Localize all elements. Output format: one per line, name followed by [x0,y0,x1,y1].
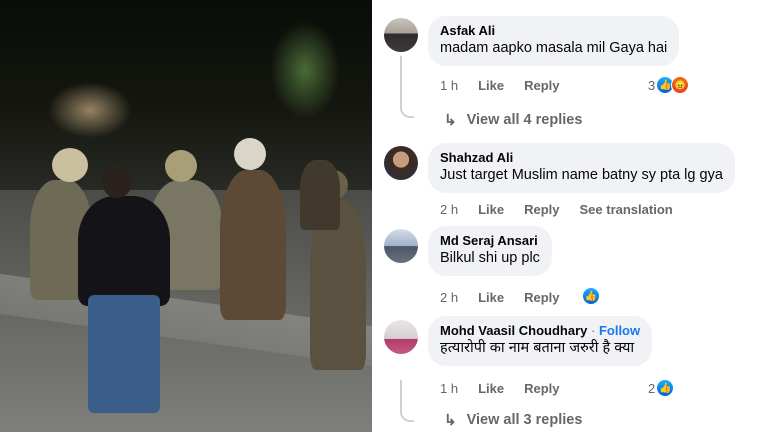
comment-text: madam aapko masala mil Gaya hai [440,40,668,56]
comment-actions: 2 h Like Reply See translation [440,202,673,217]
comment-bubble: Mohd Vaasil Choudhary · Follow हत्यारोपी… [428,316,653,366]
comment-bubble: Asfak Ali madam aapko masala mil Gaya ha… [428,16,680,66]
like-button[interactable]: Like [478,290,504,305]
avatar[interactable] [384,229,418,263]
comment-time[interactable]: 2 h [440,290,458,305]
civilian-figure [78,196,170,306]
view-replies-label: View all 3 replies [466,412,583,428]
comment-author[interactable]: Mohd Vaasil Choudhary [440,323,587,338]
like-icon: 👍 [582,287,600,305]
reply-button[interactable]: Reply [524,202,559,217]
reaction-summary[interactable]: 3 👍 😠 [648,76,690,94]
angry-icon: 😠 [671,76,690,94]
comments-panel: Asfak Ali madam aapko masala mil Gaya ha… [376,0,768,432]
see-translation-link[interactable]: See translation [580,202,673,217]
avatar[interactable] [384,18,418,52]
reaction-count: 3 [648,77,656,93]
reply-button[interactable]: Reply [524,290,559,305]
comment-author[interactable]: Shahzad Ali [440,150,723,166]
officer-figure [300,160,340,230]
reply-button[interactable]: Reply [524,78,559,93]
like-button[interactable]: Like [478,202,504,217]
comment-bubble: Md Seraj Ansari Bilkul shi up plc [428,226,552,276]
comment-time[interactable]: 2 h [440,202,458,217]
comment-time[interactable]: 1 h [440,78,458,93]
follow-button[interactable]: Follow [599,323,640,338]
like-button[interactable]: Like [478,78,504,93]
thread-curve [400,408,414,422]
reaction-summary[interactable]: 👍 [582,287,600,305]
view-replies-link[interactable]: ↳ View all 4 replies [444,111,582,129]
comment-author[interactable]: Asfak Ali [440,23,667,39]
comment-author-line: Mohd Vaasil Choudhary · Follow [440,323,640,339]
comment-actions: 1 h Like Reply [440,78,560,93]
officer-figure [220,170,286,320]
reaction-count: 2 [648,380,656,396]
separator: · [590,323,596,338]
like-icon: 👍 [656,379,675,397]
news-photo [0,0,372,432]
view-replies-label: View all 4 replies [466,112,583,128]
like-button[interactable]: Like [478,381,504,396]
comment-actions: 1 h Like Reply [440,381,560,396]
officer-helmet [165,150,197,182]
officer-helmet [52,148,88,182]
reply-arrow-icon: ↳ [444,412,457,429]
comment-text: हत्यारोपी का नाम बताना जरुरी है क्या [440,340,635,356]
avatar[interactable] [384,320,418,354]
reply-button[interactable]: Reply [524,381,559,396]
comment-bubble: Shahzad Ali Just target Muslim name batn… [428,143,735,193]
reaction-summary[interactable]: 2 👍 [648,379,675,397]
thread-line [400,56,402,106]
thread-line [400,380,402,410]
comment-text: Bilkul shi up plc [440,250,540,266]
view-replies-link[interactable]: ↳ View all 3 replies [444,411,582,429]
civilian-legs [88,295,160,413]
comment-author[interactable]: Md Seraj Ansari [440,233,540,249]
comment-actions: 2 h Like Reply [440,290,560,305]
thread-curve [400,104,414,118]
officer-helmet [234,138,266,170]
civilian-head [102,166,132,198]
reply-arrow-icon: ↳ [444,112,457,129]
comment-text: Just target Muslim name batny sy pta lg … [440,167,723,183]
comment-time[interactable]: 1 h [440,381,458,396]
avatar[interactable] [384,146,418,180]
